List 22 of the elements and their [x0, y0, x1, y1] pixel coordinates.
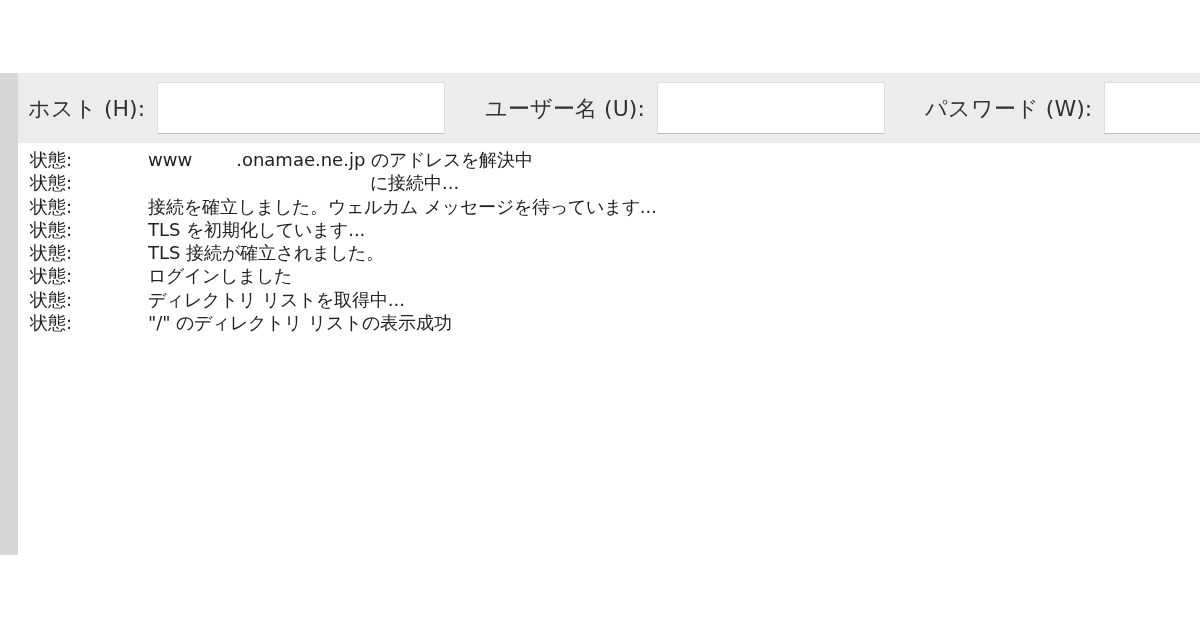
log-message: TLS 接続が確立されました。: [148, 242, 385, 264]
log-message: "/" のディレクトリ リストの表示成功: [148, 312, 453, 334]
status-label: 状態:: [29, 171, 74, 195]
status-label: 状態:: [29, 311, 74, 335]
log-message: ディレクトリ リストを取得中...: [148, 288, 405, 310]
status-label: 状態:: [29, 287, 74, 312]
log-message: www: [148, 149, 193, 170]
status-label: 状態:: [29, 264, 74, 288]
log-message: 接続を確立しました。ウェルカム メッセージを待っています...: [148, 195, 657, 217]
status-label: 状態:: [29, 241, 74, 265]
log-message: ログインしました: [148, 265, 292, 287]
input-field[interactable]: [656, 82, 885, 134]
status-label: 状態:: [29, 148, 74, 172]
log-message: .onamae.ne.jp のアドレスを解決中: [236, 149, 534, 170]
field-label: ユーザー名 (U):: [485, 94, 645, 123]
log-message: TLS を初期化しています...: [148, 218, 366, 240]
status-label: 状態:: [29, 217, 74, 242]
input-field[interactable]: [157, 82, 446, 134]
log-message: に接続中...: [370, 172, 460, 194]
field-label: パスワード (W):: [924, 94, 1093, 123]
status-label: 状態:: [29, 194, 74, 218]
field-label: ホスト (H):: [28, 94, 146, 123]
